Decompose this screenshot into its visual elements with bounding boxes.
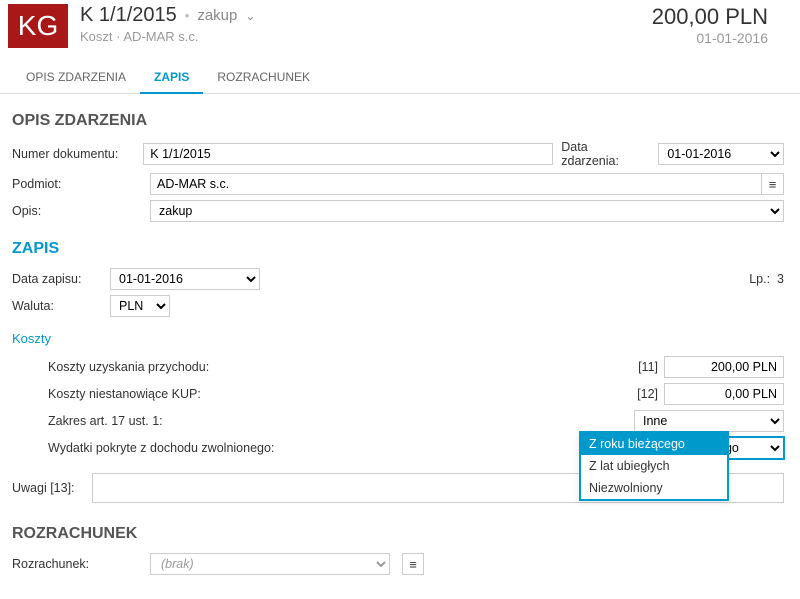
opis-label: Opis: [12, 204, 142, 218]
doc-badge: KG [8, 4, 68, 48]
document-header: KG K 1/1/2015 • zakup ⌄ Koszt · AD-MAR s… [0, 0, 800, 52]
header-subtitle: Koszt · AD-MAR s.c. [80, 29, 640, 44]
doc-title: K 1/1/2015 [80, 4, 177, 27]
dropdown-item[interactable]: Niezwolniony [581, 477, 727, 499]
doc-date: 01-01-2016 [652, 30, 768, 46]
podmiot-label: Podmiot: [12, 177, 142, 191]
numer-input[interactable] [143, 143, 553, 165]
data-zapisu-label: Data zapisu: [12, 272, 102, 286]
doc-amount: 200,00 PLN [652, 4, 768, 30]
header-right: 200,00 PLN 01-01-2016 [652, 4, 792, 46]
content: OPIS ZDARZENIA Numer dokumentu: Data zda… [0, 94, 800, 599]
wydatki-dropdown: Z roku bieżącego Z lat ubiegłych Niezwol… [579, 431, 729, 501]
menu-icon: ≡ [769, 177, 777, 192]
koszty-przychodu-label: Koszty uzyskania przychodu: [48, 360, 624, 374]
zakres-select[interactable]: Inne [634, 410, 784, 432]
koszty-header: Koszty [12, 331, 784, 346]
cost-row: Koszty niestanowiące KUP: [12] [12, 383, 784, 405]
dot-icon: • [185, 8, 190, 23]
tab-opis-zdarzenia[interactable]: OPIS ZDARZENIA [12, 62, 140, 93]
section-zapis-header: ZAPIS [12, 240, 784, 258]
data-zapisu-select[interactable]: 01-01-2016 [110, 268, 260, 290]
waluta-select[interactable]: PLN [110, 295, 170, 317]
cost-code: [11] [624, 360, 658, 374]
lp-label: Lp.: 3 [749, 272, 784, 286]
doc-type[interactable]: zakup [197, 7, 237, 24]
uwagi-label: Uwagi [13]: [12, 481, 84, 495]
opis-select[interactable]: zakup [150, 200, 784, 222]
header-left: K 1/1/2015 • zakup ⌄ Koszt · AD-MAR s.c. [80, 4, 640, 44]
data-zdarzenia-label: Data zdarzenia: [561, 140, 644, 168]
podmiot-menu-button[interactable]: ≡ [762, 173, 784, 195]
cost-row: Koszty uzyskania przychodu: [11] [12, 356, 784, 378]
koszty-przychodu-input[interactable] [664, 356, 784, 378]
wydatki-label: Wydatki pokryte z dochodu zwolnionego: [48, 441, 634, 455]
rozrachunek-label: Rozrachunek: [12, 557, 142, 571]
numer-label: Numer dokumentu: [12, 147, 135, 161]
rozrachunek-menu-button[interactable]: ≡ [402, 553, 424, 575]
chevron-down-icon[interactable]: ⌄ [245, 9, 255, 23]
section-rozrachunek-header: ROZRACHUNEK [12, 525, 784, 543]
dropdown-item[interactable]: Z lat ubiegłych [581, 455, 727, 477]
koszty-kup-input[interactable] [664, 383, 784, 405]
rozrachunek-select[interactable]: (brak) [150, 553, 390, 575]
menu-icon: ≡ [409, 557, 417, 572]
tabs: OPIS ZDARZENIA ZAPIS ROZRACHUNEK [0, 62, 800, 94]
data-zdarzenia-select[interactable]: 01-01-2016 [658, 143, 784, 165]
koszty-kup-label: Koszty niestanowiące KUP: [48, 387, 624, 401]
tab-zapis[interactable]: ZAPIS [140, 62, 203, 94]
cost-row: Zakres art. 17 ust. 1: Inne [12, 410, 784, 432]
zakres-label: Zakres art. 17 ust. 1: [48, 414, 634, 428]
section-opis-header: OPIS ZDARZENIA [12, 112, 784, 130]
dropdown-item[interactable]: Z roku bieżącego [581, 433, 727, 455]
cost-code: [12] [624, 387, 658, 401]
waluta-label: Waluta: [12, 299, 102, 313]
podmiot-input[interactable] [150, 173, 762, 195]
tab-rozrachunek[interactable]: ROZRACHUNEK [203, 62, 324, 93]
